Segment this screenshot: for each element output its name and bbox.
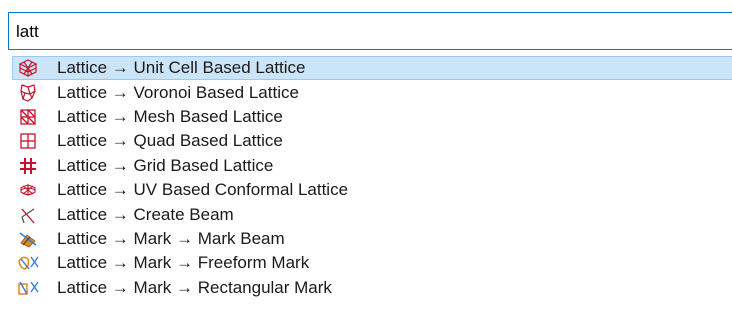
result-item-voronoi-lattice[interactable]: Lattice → Voronoi Based Lattice — [12, 80, 732, 104]
quad-lattice-icon — [17, 130, 39, 152]
result-item-mark-beam[interactable]: Lattice → Mark → Mark Beam — [12, 227, 732, 251]
mesh-lattice-icon — [17, 106, 39, 128]
result-label: Lattice → Grid Based Lattice — [57, 155, 274, 175]
result-item-quad-lattice[interactable]: Lattice → Quad Based Lattice — [12, 129, 732, 153]
result-label: Lattice → Create Beam — [57, 204, 234, 224]
result-label: Lattice → Mark → Mark Beam — [57, 228, 285, 248]
result-item-rectangular-mark[interactable]: Lattice → Mark → Rectangular Mark — [12, 276, 732, 300]
result-label: Lattice → Mesh Based Lattice — [57, 106, 283, 126]
result-label: Lattice → Voronoi Based Lattice — [57, 82, 299, 102]
result-item-create-beam[interactable]: Lattice → Create Beam — [12, 202, 732, 226]
create-beam-icon — [17, 204, 39, 226]
mark-beam-icon — [17, 228, 39, 250]
result-label: Lattice → Mark → Rectangular Mark — [57, 277, 332, 297]
result-item-mesh-lattice[interactable]: Lattice → Mesh Based Lattice — [12, 105, 732, 129]
result-item-unit-cell-lattice[interactable]: Lattice → Unit Cell Based Lattice — [12, 56, 732, 81]
result-label: Lattice → Unit Cell Based Lattice — [57, 58, 306, 78]
result-item-freeform-mark[interactable]: Lattice → Mark → Freeform Mark — [12, 251, 732, 275]
freeform-mark-icon — [17, 252, 39, 274]
results-list: Lattice → Unit Cell Based Lattice Lattic… — [12, 56, 732, 300]
unit-cell-lattice-icon — [17, 57, 39, 79]
grid-lattice-icon — [17, 155, 39, 177]
result-label: Lattice → Quad Based Lattice — [57, 131, 283, 151]
uv-conformal-lattice-icon — [17, 179, 39, 201]
result-label: Lattice → UV Based Conformal Lattice — [57, 180, 349, 200]
search-box[interactable] — [8, 12, 732, 50]
result-label: Lattice → Mark → Freeform Mark — [57, 253, 310, 273]
rectangular-mark-icon — [17, 277, 39, 299]
voronoi-lattice-icon — [17, 82, 39, 104]
search-input[interactable] — [16, 21, 716, 43]
result-item-uv-conformal-lattice[interactable]: Lattice → UV Based Conformal Lattice — [12, 178, 732, 202]
result-item-grid-lattice[interactable]: Lattice → Grid Based Lattice — [12, 154, 732, 178]
